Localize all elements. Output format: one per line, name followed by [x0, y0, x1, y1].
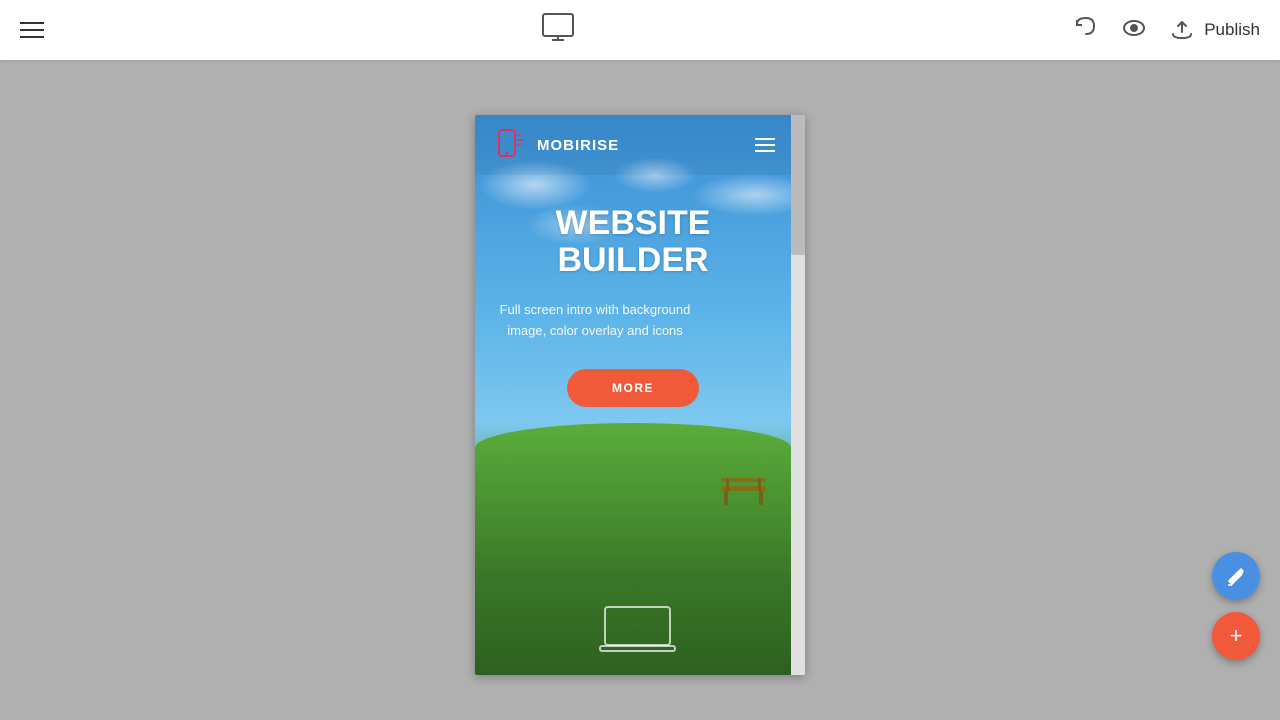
publish-label: Publish	[1204, 20, 1260, 40]
undo-icon[interactable]	[1072, 14, 1100, 47]
nav-menu-icon[interactable]	[755, 138, 775, 152]
scrollbar-thumb[interactable]	[791, 115, 805, 255]
monitor-icon[interactable]	[540, 10, 576, 51]
menu-icon[interactable]	[20, 22, 44, 38]
publish-button[interactable]: Publish	[1168, 14, 1260, 47]
preview-navbar: MOBIRISE	[475, 115, 791, 175]
add-icon: +	[1230, 625, 1243, 647]
brand-name-text: MOBIRISE	[537, 137, 619, 154]
fab-edit-button[interactable]	[1212, 552, 1260, 600]
brand-logo: MOBIRISE	[491, 126, 619, 164]
publish-icon	[1168, 14, 1196, 47]
canvas-area: MOBIRISE WEBSITE BUILDER Full screen int…	[0, 60, 1280, 720]
scrollbar[interactable]	[791, 115, 805, 675]
toolbar: Publish	[0, 0, 1280, 60]
bench-decoration	[716, 470, 771, 510]
eye-icon[interactable]	[1120, 14, 1148, 47]
toolbar-center	[540, 10, 576, 51]
hero-title: WEBSITE BUILDER	[485, 205, 781, 280]
preview-content: MOBIRISE WEBSITE BUILDER Full screen int…	[475, 115, 805, 675]
hero-subtitle: Full screen intro with background image,…	[485, 300, 705, 342]
toolbar-right: Publish	[1072, 14, 1260, 47]
laptop-hint	[595, 602, 685, 657]
more-button[interactable]: MORE	[567, 369, 699, 407]
toolbar-left	[20, 22, 44, 38]
mobile-preview-frame: MOBIRISE WEBSITE BUILDER Full screen int…	[475, 115, 805, 675]
fab-add-button[interactable]: +	[1212, 612, 1260, 660]
